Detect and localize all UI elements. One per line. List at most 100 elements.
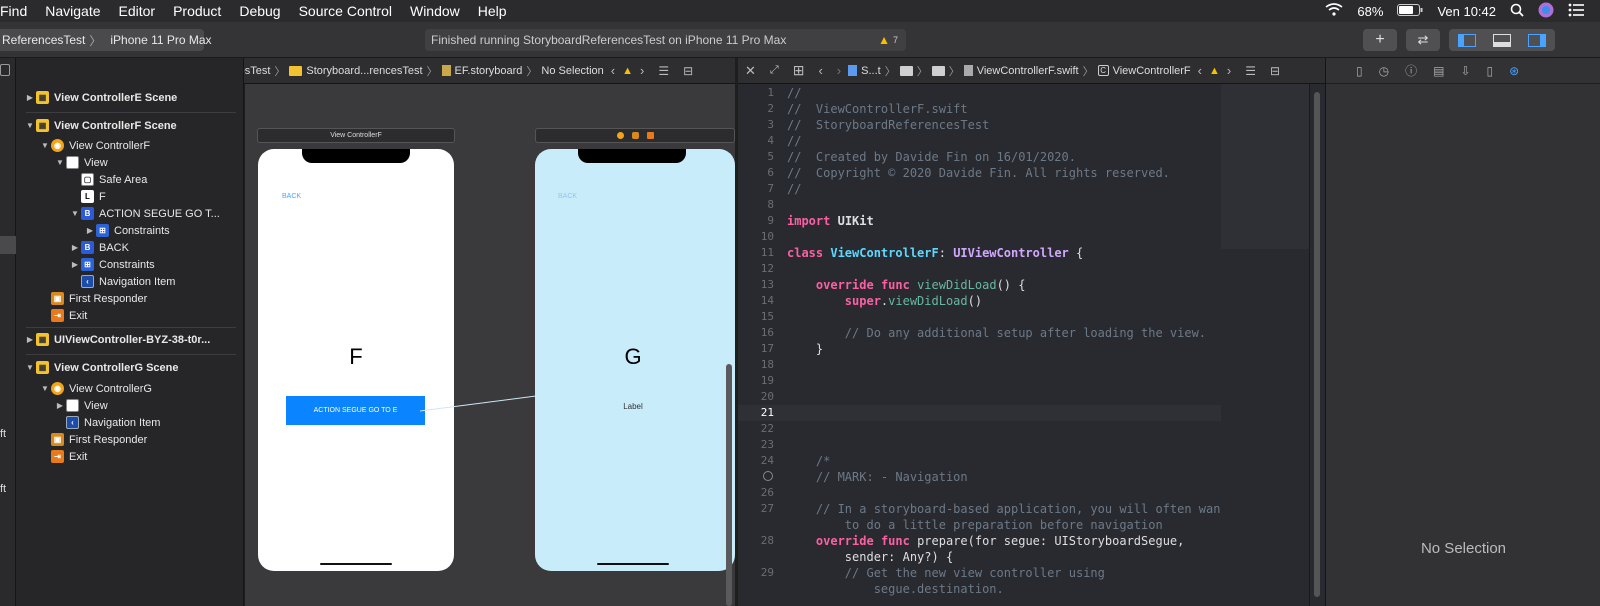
code-related-items-icon[interactable]: ⊞: [793, 62, 805, 79]
code-breadcrumb-project[interactable]: S...t: [861, 65, 881, 77]
outline-item-first-responder-g[interactable]: ▣ First Responder: [39, 431, 147, 448]
navigator-toggle-icon[interactable]: [1449, 33, 1484, 47]
small-label-g[interactable]: Label: [613, 402, 653, 411]
issue-next-icon[interactable]: ›: [640, 63, 644, 78]
jumpbar-warning-icon[interactable]: ▲: [622, 65, 633, 77]
outline-item-vc-g[interactable]: ▼ ◉ View ControllerG: [39, 380, 152, 397]
outline-item-action-button[interactable]: ▼ B ACTION SEGUE GO T...: [69, 205, 220, 222]
segue-line[interactable]: [419, 395, 537, 412]
quick-help-icon[interactable]: ⓘ: [1405, 62, 1417, 79]
outline-item-constraints-1[interactable]: ▶ ⊞ Constraints: [84, 222, 170, 239]
outline-item-scene-e[interactable]: ▶ ▦ View ControllerE Scene: [24, 89, 177, 106]
code-forward-arrow-icon[interactable]: ›: [837, 63, 841, 78]
size-inspector-icon[interactable]: ▯: [1487, 64, 1494, 78]
code-warning-icon[interactable]: ▲: [1209, 65, 1220, 77]
document-items-icon[interactable]: ☰: [658, 64, 669, 78]
outline-item-exit-f[interactable]: ⇥ Exit: [39, 307, 87, 324]
code-expand-icon[interactable]: ⤢: [770, 64, 779, 77]
storyboard-canvas[interactable]: View ControllerF BACK F ACTION SEGUE GO …: [245, 84, 735, 606]
outline-item-nav-item-g[interactable]: ‹ Navigation Item: [54, 414, 160, 431]
line-number: 4: [767, 134, 774, 147]
menu-navigate[interactable]: Navigate: [45, 3, 100, 19]
issue-prev-icon[interactable]: ‹: [611, 63, 615, 78]
scene-g-phone[interactable]: BACK G Label: [535, 149, 735, 571]
notification-center-icon[interactable]: [1568, 3, 1584, 20]
code-minimap[interactable]: [1221, 84, 1309, 249]
line-number: 7: [767, 182, 774, 195]
breakpoint-marker-icon[interactable]: [763, 471, 773, 481]
outline-item-safe-area[interactable]: ▢ Safe Area: [69, 171, 147, 188]
warning-icon[interactable]: ▲: [878, 33, 890, 47]
editor-scrollbar[interactable]: [1309, 84, 1325, 606]
outline-item-first-responder-f[interactable]: ▣ First Responder: [39, 290, 147, 307]
spotlight-search-icon[interactable]: [1510, 3, 1524, 20]
outline-item-vc-f[interactable]: ▼ ◉ View ControllerF: [39, 137, 150, 154]
navigator-file-fragment-1[interactable]: ft: [0, 428, 6, 440]
safe-area-icon: ▢: [81, 173, 94, 186]
file-inspector-icon[interactable]: ▯: [1356, 64, 1363, 78]
close-code-editor-icon[interactable]: ✕: [745, 63, 756, 79]
identity-inspector-icon[interactable]: ▤: [1433, 64, 1444, 78]
line-number: 8: [767, 198, 774, 211]
code-line: segue.destination.: [787, 582, 1004, 596]
menu-source-control[interactable]: Source Control: [299, 3, 392, 19]
constraints-icon: ⊞: [81, 258, 94, 271]
code-issue-prev-icon[interactable]: ‹: [1198, 63, 1202, 78]
code-minimap-empty[interactable]: [1221, 249, 1309, 606]
clock[interactable]: Ven 10:42: [1437, 4, 1496, 19]
outline-item-uiviewcontroller-scene[interactable]: ▶ ▦ UIViewController-BYZ-38-t0r...: [24, 331, 210, 348]
code-editor[interactable]: 1 // 2 // ViewControllerF.swift 3 // Storyboa…: [738, 84, 1221, 606]
outline-item-nav-item-f[interactable]: ‹ Navigation Item: [69, 273, 175, 290]
add-editor-icon[interactable]: ⊟: [683, 64, 693, 78]
navigator-file-fragment-2[interactable]: ft: [0, 483, 6, 495]
code-back-arrow-icon[interactable]: ‹: [818, 63, 822, 78]
menu-find[interactable]: Find: [0, 3, 27, 19]
big-label-g[interactable]: G: [609, 344, 657, 370]
code-issue-next-icon[interactable]: ›: [1227, 63, 1231, 78]
outline-item-view-g[interactable]: ▶ View: [54, 397, 108, 414]
attributes-inspector-icon[interactable]: ⇩: [1460, 64, 1470, 78]
menu-window[interactable]: Window: [410, 3, 460, 19]
code-add-editor-icon[interactable]: ⊟: [1270, 64, 1280, 78]
outline-item-scene-g[interactable]: ▼ ▦ View ControllerG Scene: [24, 359, 179, 376]
outline-item-exit-g[interactable]: ⇥ Exit: [39, 448, 87, 465]
canvas-scrollbar[interactable]: [726, 364, 732, 606]
editor-scroll-thumb[interactable]: [1314, 92, 1320, 597]
breadcrumb-group[interactable]: Storyboard...rencesTest: [306, 65, 422, 77]
outline-item-scene-f[interactable]: ▼ ▦ View ControllerF Scene: [24, 117, 177, 134]
history-inspector-icon[interactable]: ◷: [1379, 64, 1389, 78]
navigator-selected-row[interactable]: [0, 236, 16, 254]
battery-icon[interactable]: [1397, 3, 1423, 19]
inspector-tabs: ▯ ◷ ⓘ ▤ ⇩ ▯ ⊛: [1326, 58, 1600, 84]
line-number: 18: [760, 358, 774, 371]
code-review-button[interactable]: ⇄: [1406, 29, 1440, 51]
outline-item-back-button[interactable]: ▶ B BACK: [69, 239, 129, 256]
menu-editor[interactable]: Editor: [119, 3, 156, 19]
menu-debug[interactable]: Debug: [239, 3, 280, 19]
debug-area-toggle-icon[interactable]: [1484, 33, 1519, 47]
library-add-button[interactable]: +: [1363, 29, 1397, 51]
code-line: //: [787, 86, 802, 100]
back-button-g[interactable]: BACK: [558, 193, 577, 200]
code-document-items-icon[interactable]: ☰: [1245, 64, 1256, 78]
wifi-icon[interactable]: [1325, 3, 1343, 19]
code-breadcrumb-file[interactable]: ViewControllerF.swift: [977, 65, 1079, 77]
code-line: // In a storyboard-based application, yo…: [787, 502, 1221, 516]
line-number: 26: [760, 486, 774, 499]
view-icon: [66, 399, 79, 412]
menu-product[interactable]: Product: [173, 3, 221, 19]
inspector-toggle-icon[interactable]: [1520, 33, 1555, 47]
outline-item-view-f[interactable]: ▼ View: [54, 154, 108, 171]
code-breadcrumb-symbol[interactable]: ViewControllerF: [1113, 65, 1191, 77]
breadcrumb-file[interactable]: EF.storyboard: [455, 65, 523, 77]
outline-item-constraints-2[interactable]: ▶ ⊞ Constraints: [69, 256, 155, 273]
view-controller-icon: ◉: [51, 382, 64, 395]
menu-help[interactable]: Help: [478, 3, 507, 19]
siri-icon[interactable]: [1538, 2, 1554, 21]
inspector-pane: ▯ ◷ ⓘ ▤ ⇩ ▯ ⊛ No Selection: [1325, 58, 1600, 606]
scheme-selector[interactable]: ReferencesTest 〉 iPhone 11 Pro Max: [0, 29, 212, 51]
outline-item-label-f[interactable]: LF: [69, 188, 106, 205]
breadcrumb-selection[interactable]: No Selection: [541, 65, 603, 77]
connections-inspector-icon[interactable]: ⊛: [1509, 64, 1519, 78]
navigator-list-icon[interactable]: [0, 64, 10, 76]
